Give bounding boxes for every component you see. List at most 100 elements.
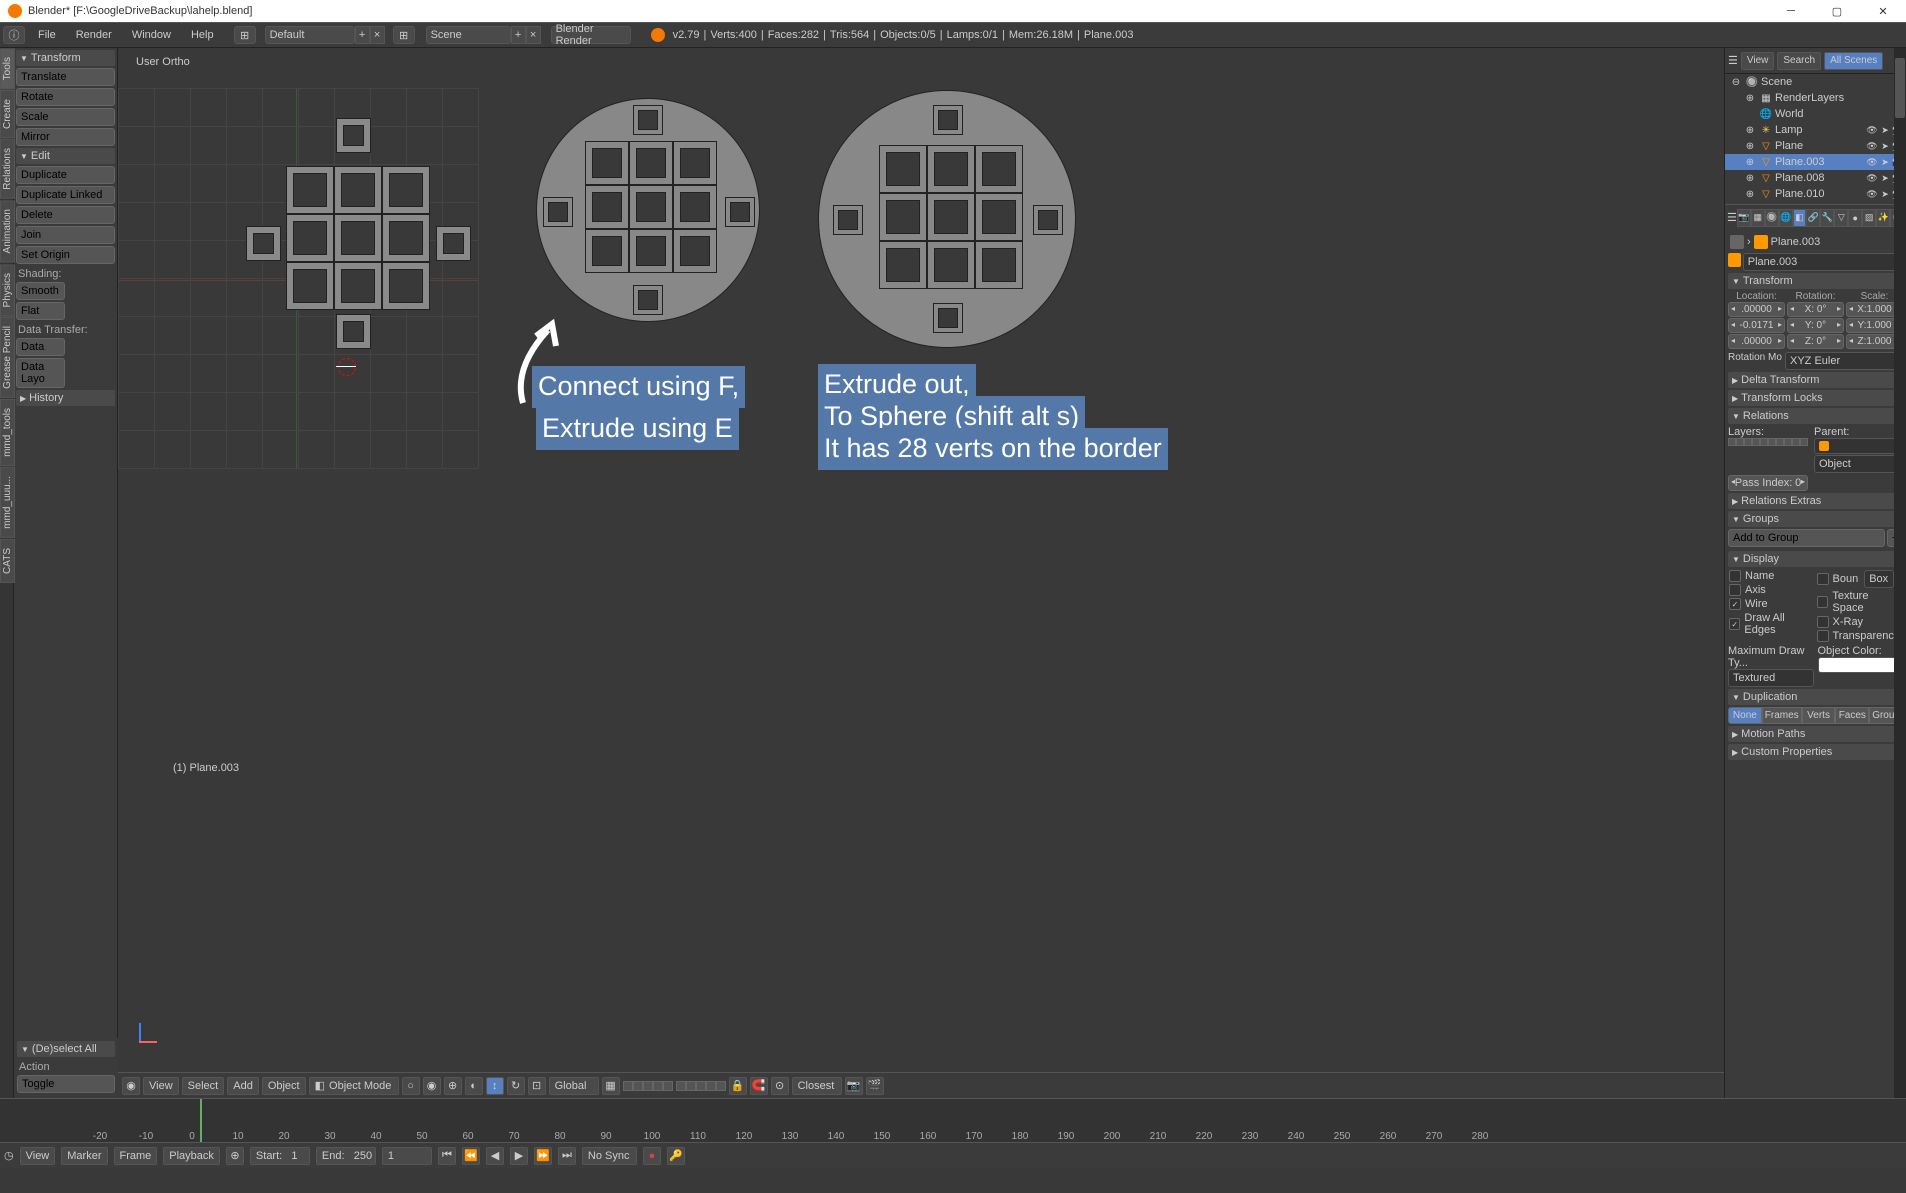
chk-draw-edges[interactable] <box>1729 618 1740 630</box>
tl-jump-start-icon[interactable]: ⏮ <box>438 1147 456 1165</box>
outliner-row-plane008[interactable]: ⊕▽Plane.008👁➤📷 <box>1725 170 1906 186</box>
rot-x[interactable]: X: 0° <box>1787 302 1844 317</box>
snap-element-icon[interactable]: ⊙ <box>771 1077 789 1095</box>
outliner-display-mode[interactable]: All Scenes <box>1824 52 1883 70</box>
render-engine-select[interactable]: Blender Render <box>551 26 631 44</box>
chk-axis[interactable] <box>1729 584 1741 596</box>
motion-paths-header[interactable]: Motion Paths <box>1728 726 1903 742</box>
layers-icon[interactable]: ▦ <box>602 1077 620 1095</box>
vp-menu-add[interactable]: Add <box>227 1077 259 1095</box>
manipulator-translate-icon[interactable]: ↕ <box>486 1077 504 1095</box>
loc-y[interactable]: -0.0171 <box>1728 318 1785 333</box>
timeline-ruler[interactable]: -20-100102030405060708090100110120130140… <box>0 1099 1906 1143</box>
parent-type-select[interactable]: Object <box>1814 455 1903 473</box>
chk-name[interactable] <box>1729 570 1741 582</box>
scene-browse-icon[interactable]: ⊞ <box>393 26 415 44</box>
dup-frames[interactable]: Frames <box>1762 707 1802 724</box>
snap-toggle-icon[interactable]: 🧲 <box>750 1077 768 1095</box>
pivot-icon[interactable]: ⊕ <box>444 1077 462 1095</box>
layout-browse-icon[interactable]: ⊞ <box>234 26 256 44</box>
rotation-mode-select[interactable]: XYZ Euler <box>1785 352 1903 370</box>
action-toggle-select[interactable]: Toggle <box>17 1075 115 1093</box>
outliner-view-menu[interactable]: View <box>1741 52 1775 70</box>
tl-prev-key-icon[interactable]: ⏪ <box>462 1147 480 1165</box>
viewport-scrollbar[interactable] <box>1894 48 1906 1098</box>
transform-section-header[interactable]: Transform <box>1728 273 1903 289</box>
loc-x[interactable]: .00000 <box>1728 302 1785 317</box>
data-button[interactable]: Data <box>16 338 65 356</box>
rotate-button[interactable]: Rotate <box>16 88 115 106</box>
manipulator-scale-icon[interactable]: ⊡ <box>528 1077 546 1095</box>
tl-menu-playback[interactable]: Playback <box>163 1147 220 1165</box>
transform-panel-header[interactable]: Transform <box>16 50 115 66</box>
outliner-row-plane003[interactable]: ⊕▽Plane.003👁➤📷 <box>1725 154 1906 170</box>
vtab-mmd-tools[interactable]: mmd_tools <box>0 399 15 466</box>
chk-wire[interactable] <box>1729 598 1741 610</box>
vtab-animation[interactable]: Animation <box>0 200 15 262</box>
scene-delete-button[interactable]: × <box>526 26 541 44</box>
outliner-row-scene[interactable]: ⊖🔘Scene <box>1725 74 1906 90</box>
tl-sync-select[interactable]: No Sync <box>582 1147 637 1165</box>
tl-current-frame-input[interactable]: 1 <box>382 1147 432 1165</box>
prop-tab-renderlayers[interactable]: ▦ <box>1751 209 1765 227</box>
menu-window[interactable]: Window <box>122 29 181 41</box>
parent-input[interactable] <box>1814 438 1903 454</box>
outliner-row-lamp[interactable]: ⊕✳Lamp👁➤📷 <box>1725 122 1906 138</box>
prop-tab-material[interactable]: ● <box>1848 209 1862 227</box>
render-anim-icon[interactable]: 🎬 <box>866 1077 884 1095</box>
tl-play-rev-icon[interactable]: ◀ <box>486 1147 504 1165</box>
set-origin-button[interactable]: Set Origin <box>16 246 115 264</box>
mode-select[interactable]: ◧Object Mode <box>309 1077 399 1095</box>
outliner[interactable]: ⊖🔘Scene ⊕▦RenderLayers▦ 🌐World ⊕✳Lamp👁➤📷… <box>1725 74 1906 204</box>
vp-menu-view[interactable]: View <box>143 1077 179 1095</box>
vtab-physics[interactable]: Physics <box>0 264 15 316</box>
data-layout-button[interactable]: Data Layo <box>16 358 65 388</box>
outliner-row-plane[interactable]: ⊕▽Plane👁➤📷 <box>1725 138 1906 154</box>
rot-y[interactable]: Y: 0° <box>1787 318 1844 333</box>
custom-properties-header[interactable]: Custom Properties <box>1728 744 1903 760</box>
tl-menu-view[interactable]: View <box>20 1147 56 1165</box>
3d-viewport[interactable]: User Ortho /*grid lines drawn minimally*… <box>118 48 1724 1098</box>
add-to-group-button[interactable]: Add to Group <box>1728 529 1885 547</box>
pass-index-input[interactable]: Pass Index: 0 <box>1728 475 1808 491</box>
orientation-select[interactable]: Global <box>549 1077 599 1095</box>
max-draw-type-select[interactable]: Textured <box>1728 669 1814 687</box>
tl-start-input[interactable]: Start: 1 <box>250 1147 310 1165</box>
mirror-button[interactable]: Mirror <box>16 128 115 146</box>
maximize-button[interactable]: ▢ <box>1814 0 1860 22</box>
snap-target-select[interactable]: Closest <box>792 1077 842 1095</box>
vtab-create[interactable]: Create <box>0 90 15 138</box>
tl-menu-marker[interactable]: Marker <box>61 1147 107 1165</box>
minimize-button[interactable]: ─ <box>1768 0 1814 22</box>
prop-tab-particles[interactable]: ✨ <box>1876 209 1890 227</box>
tl-jump-end-icon[interactable]: ⏭ <box>558 1147 576 1165</box>
history-panel-header[interactable]: History <box>16 390 115 406</box>
editor-type-outliner-icon[interactable]: ☰ <box>1728 54 1738 67</box>
loc-z[interactable]: .00000 <box>1728 334 1785 349</box>
prop-tab-scene[interactable]: 🔘 <box>1765 209 1779 227</box>
prop-tab-world[interactable]: 🌐 <box>1779 209 1793 227</box>
tl-next-key-icon[interactable]: ⏩ <box>534 1147 552 1165</box>
timeline-playhead[interactable] <box>200 1099 202 1142</box>
vp-menu-object[interactable]: Object <box>262 1077 306 1095</box>
rot-z[interactable]: Z: 0° <box>1787 334 1844 349</box>
outliner-row-world[interactable]: 🌐World <box>1725 106 1906 122</box>
delta-transform-header[interactable]: Delta Transform <box>1728 372 1903 388</box>
flat-button[interactable]: Flat <box>16 302 65 320</box>
vp-menu-select[interactable]: Select <box>182 1077 225 1095</box>
relations-extras-header[interactable]: Relations Extras <box>1728 493 1903 509</box>
close-button[interactable]: ✕ <box>1860 0 1906 22</box>
layer-buttons[interactable] <box>623 1081 726 1091</box>
prop-tab-texture[interactable]: ▨ <box>1862 209 1876 227</box>
vtab-cats[interactable]: CATS <box>0 539 15 583</box>
chk-texspace[interactable] <box>1817 596 1829 608</box>
edit-panel-header[interactable]: Edit <box>16 148 115 164</box>
delete-button[interactable]: Delete <box>16 206 115 224</box>
dup-faces[interactable]: Faces <box>1835 707 1869 724</box>
chk-transparency[interactable] <box>1817 630 1829 642</box>
prop-tab-modifiers[interactable]: 🔧 <box>1820 209 1834 227</box>
layout-add-button[interactable]: + <box>355 26 370 44</box>
tl-play-icon[interactable]: ▶ <box>510 1147 528 1165</box>
editor-type-info-icon[interactable]: ⓘ <box>3 26 25 44</box>
vtab-relations[interactable]: Relations <box>0 139 15 199</box>
